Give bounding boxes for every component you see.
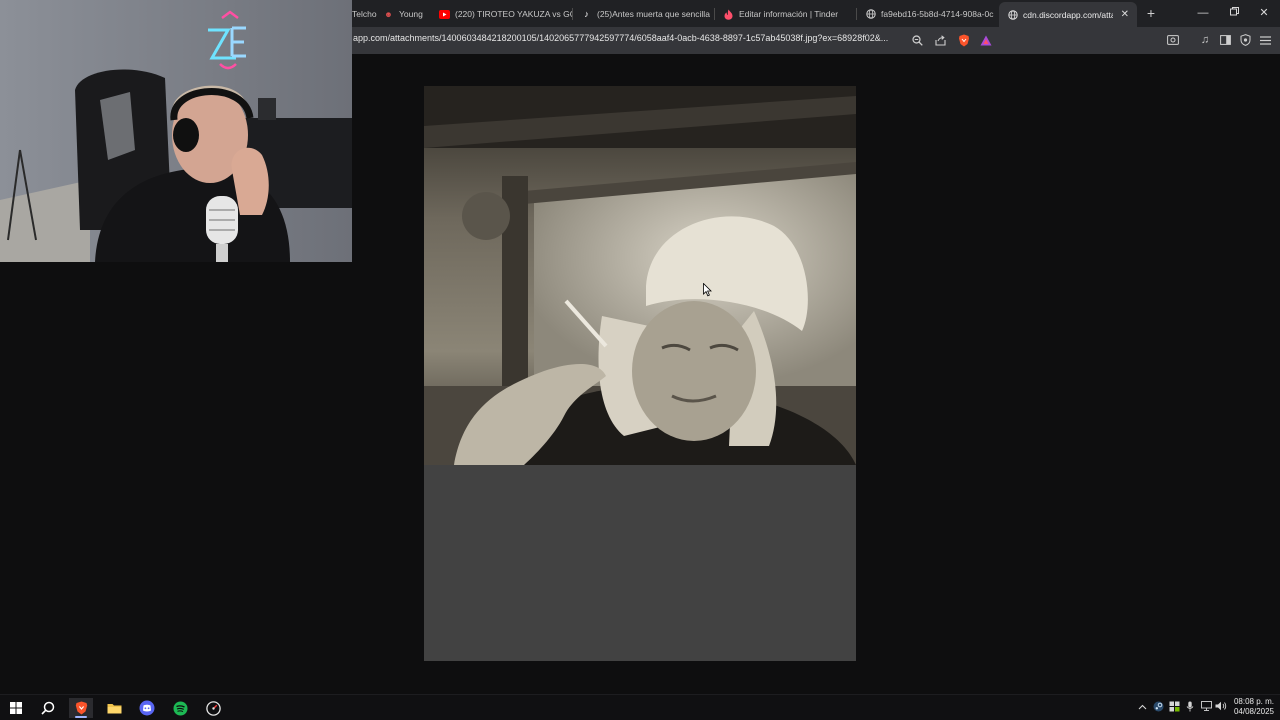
brave-rewards-icon[interactable] (978, 32, 994, 48)
tab-young[interactable]: ☻ Young (375, 3, 431, 25)
taskbar-clock[interactable]: 08:08 p. m. 04/08/2025 (1228, 697, 1274, 717)
clock-time: 08:08 p. m. (1233, 697, 1274, 706)
tab-label: (25)Antes muerta que sencilla (597, 9, 710, 19)
search-icon[interactable] (36, 698, 60, 718)
tab-label: Editar información | Tinder (739, 9, 839, 19)
media-music-icon[interactable]: ♫ (1197, 32, 1213, 48)
clock-date: 04/08/2025 (1233, 707, 1274, 716)
address-bar[interactable]: app.com/attachments/1400603484218200105/… (353, 33, 908, 43)
brave-browser-icon[interactable] (69, 698, 93, 718)
close-window-icon[interactable]: ✕ (1251, 4, 1277, 22)
tab-label: (220) TIROTEO YAKUZA vs GOI (455, 9, 573, 19)
tab-tiroteo-yakuza[interactable]: (220) TIROTEO YAKUZA vs GOI (431, 3, 573, 25)
globe-icon (1007, 9, 1018, 20)
displayed-photo[interactable] (424, 86, 856, 465)
tab-tinder[interactable]: Editar información | Tinder (715, 3, 857, 25)
tiktok-icon: ♪ (584, 9, 589, 19)
globe-icon (865, 9, 876, 20)
new-tab-button[interactable]: + (1143, 5, 1159, 21)
image-empty-area (424, 465, 856, 661)
brave-shields-icon[interactable] (956, 32, 972, 48)
tab-fa9ebd16[interactable]: fa9ebd16-5b8d-4714-908a-0c (857, 3, 999, 25)
share-icon[interactable] (932, 32, 948, 48)
network-tray-icon[interactable] (1200, 701, 1212, 713)
mouse-cursor-icon (703, 282, 712, 302)
tab-label: Telcho (352, 9, 377, 19)
menu-icon[interactable] (1257, 32, 1273, 48)
discord-app-icon[interactable] (135, 698, 159, 718)
screenshot-icon[interactable] (1165, 32, 1181, 48)
nvidia-tray-icon[interactable] (1168, 701, 1180, 713)
youtube-icon (439, 9, 450, 19)
windows-start-icon[interactable] (4, 698, 28, 718)
volume-tray-icon[interactable] (1215, 701, 1227, 713)
tab-label: fa9ebd16-5b8d-4714-908a-0c (881, 9, 994, 19)
restore-icon[interactable] (1221, 4, 1247, 22)
tray-chevron-up-icon[interactable] (1136, 701, 1148, 713)
devil-icon: ☻ (384, 9, 393, 19)
tab-label: cdn.discordapp.com/attac (1023, 9, 1113, 20)
tab-cdn-discordapp[interactable]: cdn.discordapp.com/attac ✕ (999, 2, 1137, 27)
minimize-icon[interactable]: — (1190, 4, 1216, 22)
vpn-shield-icon[interactable] (1237, 32, 1253, 48)
microphone-tray-icon[interactable] (1184, 701, 1196, 713)
spotify-icon[interactable] (168, 698, 192, 718)
tinder-icon (723, 9, 734, 20)
file-explorer-icon[interactable] (102, 698, 126, 718)
close-tab-icon[interactable]: ✕ (1121, 9, 1129, 20)
tab-label: Young (399, 9, 423, 19)
tab-antes-muerta[interactable]: ♪ (25)Antes muerta que sencilla (573, 3, 715, 25)
sidebar-icon[interactable] (1217, 32, 1233, 48)
zoom-icon[interactable] (909, 32, 925, 48)
screen: Telcho ☻ Young (220) TIROTEO YAKUZA vs G… (0, 0, 1280, 720)
steam-tray-icon[interactable] (1152, 701, 1164, 713)
speedometer-app-icon[interactable] (201, 698, 225, 718)
webcam-overlay (0, 0, 352, 262)
windows-taskbar: 08:08 p. m. 04/08/2025 (0, 694, 1280, 720)
